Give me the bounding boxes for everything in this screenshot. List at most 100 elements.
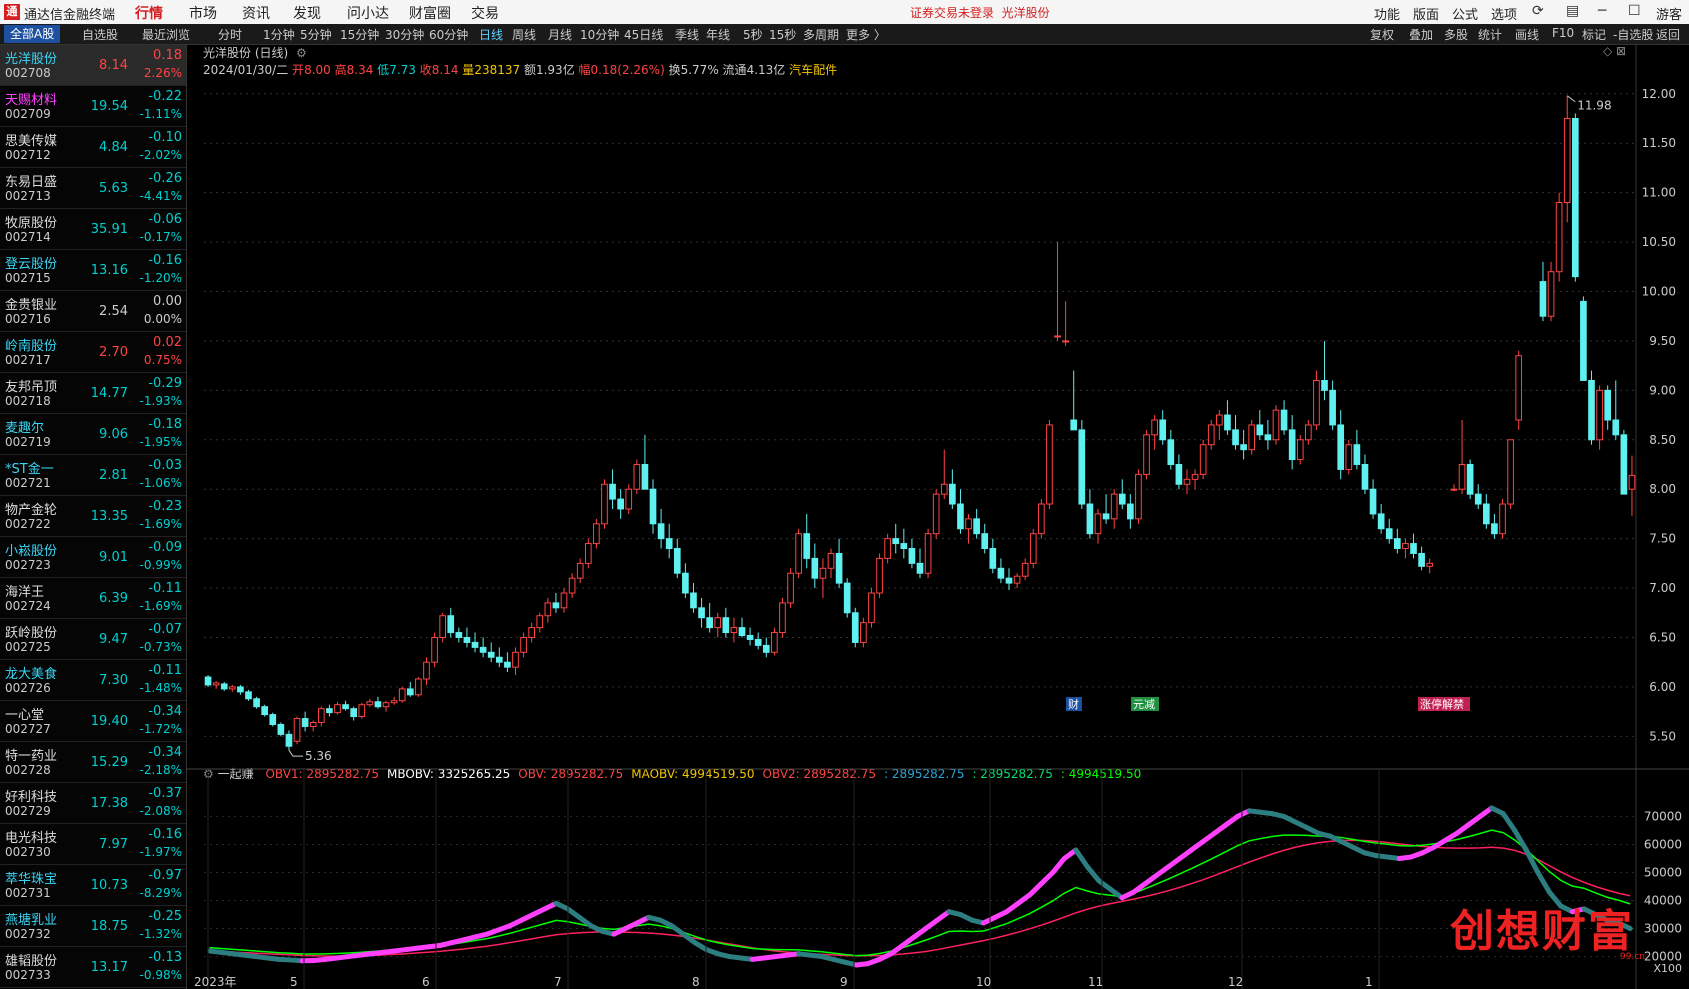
- menu-4[interactable]: 问小达: [338, 2, 398, 24]
- menu-6[interactable]: 交易: [462, 2, 508, 24]
- refresh-icon[interactable]: ⟳: [1532, 3, 1544, 19]
- period-tab-7[interactable]: 周线: [512, 26, 536, 43]
- watchlist-row[interactable]: 雄韬股份 002733 13.17 -0.13 -0.98%: [0, 947, 186, 988]
- watchlist-row[interactable]: *ST金一 002721 2.81 -0.03 -1.06%: [0, 455, 186, 496]
- candle: [237, 684, 244, 695]
- candle-body: [957, 503, 964, 530]
- period-tab-5[interactable]: 60分钟: [429, 26, 468, 43]
- period-tab-0[interactable]: 分时: [218, 26, 242, 43]
- watchlist-row[interactable]: 东易日盛 002713 5.63 -0.26 -4.41%: [0, 168, 186, 209]
- candle: [609, 469, 616, 509]
- guest-label[interactable]: 游客: [1656, 4, 1682, 23]
- menu-3[interactable]: 发现: [284, 2, 330, 24]
- period-tab-15[interactable]: 多周期: [803, 26, 839, 43]
- watchlist-row[interactable]: 一心堂 002727 19.40 -0.34 -1.72%: [0, 701, 186, 742]
- candle-body: [269, 714, 277, 725]
- obv-segment: [1523, 847, 1541, 875]
- stock-code: 002717: [5, 353, 51, 367]
- watchlist-row[interactable]: 好利科技 002729 17.38 -0.37 -2.08%: [0, 783, 186, 824]
- login-notice[interactable]: 证券交易未登录 光洋股份: [910, 4, 1050, 21]
- watchlist-row[interactable]: 跃岭股份 002725 9.47 -0.07 -0.73%: [0, 619, 186, 660]
- event-badge[interactable]: 涨停解禁: [1418, 697, 1470, 711]
- watchlist-row[interactable]: 物产金轮 002722 13.35 -0.23 -1.69%: [0, 496, 186, 537]
- kline-chart[interactable]: 12.00 11.50 11.00 10.50 10.00 9.50 9.00 8.50 8.0…: [186, 44, 1689, 989]
- candle-body: [228, 686, 236, 690]
- watchlist-row[interactable]: 光洋股份 002708 8.14 0.18 2.26%: [0, 45, 186, 86]
- candle-body: [406, 688, 414, 696]
- candle: [463, 627, 471, 648]
- menu-2[interactable]: 资讯: [233, 2, 279, 24]
- watchlist-row[interactable]: 友邦吊顶 002718 14.77 -0.29 -1.93%: [0, 373, 186, 414]
- watchlist-row[interactable]: 思美传媒 002712 4.84 -0.10 -2.02%: [0, 127, 186, 168]
- menu-1[interactable]: 市场: [180, 2, 226, 24]
- tool-tab-1[interactable]: 叠加: [1409, 26, 1433, 43]
- candle: [358, 702, 366, 719]
- period-tab-11[interactable]: 季线: [675, 26, 699, 43]
- watchlist-row[interactable]: 天赐材料 002709 19.54 -0.22 -1.11%: [0, 86, 186, 127]
- tool-tab-4[interactable]: 画线: [1515, 26, 1539, 43]
- watchlist-row[interactable]: 特一药业 002728 15.29 -0.34 -2.18%: [0, 742, 186, 783]
- watchlist-row[interactable]: 海洋王 002724 6.39 -0.11 -1.69%: [0, 578, 186, 619]
- period-tab-10[interactable]: 45日线: [624, 26, 663, 43]
- candle: [730, 617, 738, 643]
- candle-body: [1394, 538, 1401, 550]
- period-tab-4[interactable]: 30分钟: [385, 26, 424, 43]
- stock-change: -0.34: [148, 704, 182, 719]
- candle-body: [714, 617, 722, 629]
- candle-body: [892, 538, 900, 545]
- tool-tab-6[interactable]: 标记: [1582, 26, 1606, 43]
- tool-tab-2[interactable]: 多股: [1444, 26, 1468, 43]
- candle: [1580, 296, 1587, 381]
- right-menu-2[interactable]: 公式: [1452, 4, 1478, 23]
- period-tab-3[interactable]: 15分钟: [340, 26, 379, 43]
- watchlist-row[interactable]: 萃华珠宝 002731 10.73 -0.97 -8.29%: [0, 865, 186, 906]
- right-menu-3[interactable]: 选项: [1491, 4, 1517, 23]
- watchlist-row[interactable]: 小崧股份 002723 9.01 -0.09 -0.99%: [0, 537, 186, 578]
- tool-tab-0[interactable]: 复权: [1370, 26, 1394, 43]
- stock-price: 7.97: [99, 837, 128, 852]
- watchlist-row[interactable]: 燕塘乳业 002732 18.75 -0.25 -1.32%: [0, 906, 186, 947]
- watchlist-row[interactable]: 登云股份 002715 13.16 -0.16 -1.20%: [0, 250, 186, 291]
- stock-code: 002726: [5, 681, 51, 695]
- watchlist-row[interactable]: 岭南股份 002717 2.70 0.02 0.75%: [0, 332, 186, 373]
- watchlist-row[interactable]: 电光科技 002730 7.97 -0.16 -1.97%: [0, 824, 186, 865]
- right-menu-0[interactable]: 功能: [1374, 4, 1400, 23]
- list-tab-2[interactable]: 最近浏览: [142, 26, 190, 43]
- period-tab-2[interactable]: 5分钟: [300, 26, 332, 43]
- event-badge[interactable]: 元减: [1131, 697, 1159, 711]
- watchlist-row[interactable]: 麦趣尔 002719 9.06 -0.18 -1.95%: [0, 414, 186, 455]
- candle: [1385, 518, 1393, 544]
- watchlist-row[interactable]: 金贵银业 002716 2.54 0.00 0.00%: [0, 291, 186, 332]
- period-tab-6[interactable]: 日线: [479, 26, 503, 43]
- candle-body: [868, 592, 875, 624]
- watchlist-row[interactable]: 龙大美食 002726 7.30 -0.11 -1.48%: [0, 660, 186, 701]
- menu-5[interactable]: 财富圈: [400, 2, 460, 24]
- candle: [447, 607, 455, 638]
- tool-tab-3[interactable]: 统计: [1478, 26, 1502, 43]
- right-menu-1[interactable]: 版面: [1413, 4, 1439, 23]
- period-tab-13[interactable]: 5秒: [743, 26, 763, 43]
- tool-tab-8[interactable]: 返回: [1656, 26, 1680, 43]
- period-tab-12[interactable]: 年线: [706, 26, 730, 43]
- list-tab-1[interactable]: 自选股: [82, 26, 118, 43]
- minimize-icon[interactable]: ─: [1598, 3, 1606, 19]
- list-tab-0[interactable]: 全部A股: [4, 25, 61, 43]
- period-tab-16[interactable]: 更多 〉: [846, 26, 886, 43]
- calculator-icon[interactable]: ▤: [1566, 3, 1579, 19]
- period-tab-1[interactable]: 1分钟: [263, 26, 295, 43]
- tool-tab-7[interactable]: -自选股: [1613, 26, 1653, 43]
- candle-body: [285, 733, 293, 747]
- candle: [1563, 95, 1571, 223]
- candle: [1458, 420, 1466, 495]
- event-badge[interactable]: 财: [1066, 697, 1082, 711]
- candle-body: [876, 557, 883, 594]
- watchlist-row[interactable]: 牧原股份 002714 35.91 -0.06 -0.17%: [0, 209, 186, 250]
- candle: [803, 513, 811, 569]
- candle-body: [1450, 488, 1458, 491]
- menu-0[interactable]: 行情: [126, 2, 172, 26]
- period-tab-8[interactable]: 月线: [548, 26, 572, 43]
- period-tab-14[interactable]: 15秒: [769, 26, 796, 43]
- maximize-icon[interactable]: ☐: [1628, 3, 1641, 19]
- period-tab-9[interactable]: 10分钟: [580, 26, 619, 43]
- tool-tab-5[interactable]: F10: [1552, 26, 1574, 40]
